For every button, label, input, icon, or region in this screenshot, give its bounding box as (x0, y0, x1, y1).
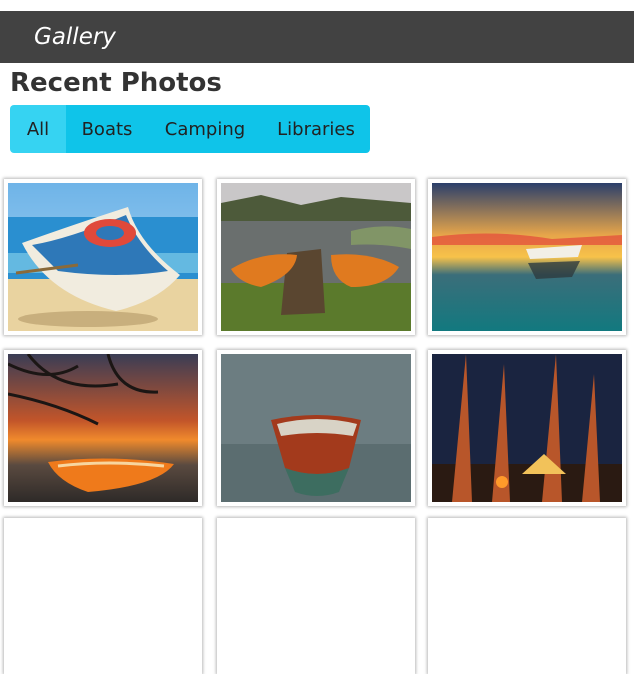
photo-thumbnail[interactable] (428, 350, 626, 506)
photo-pier-boats (221, 183, 411, 331)
photo-grid (0, 0, 634, 674)
photo-thumbnail[interactable] (4, 179, 202, 335)
photo-thumbnail[interactable] (4, 518, 202, 674)
photo-branches-boat (8, 354, 198, 502)
photo-thumbnail[interactable] (217, 179, 415, 335)
photo-thumbnail[interactable] (217, 350, 415, 506)
photo-beach-rowboat (8, 183, 198, 331)
photo-thumbnail[interactable] (428, 179, 626, 335)
photo-motorboat (221, 354, 411, 502)
photo-thumbnail[interactable] (4, 350, 202, 506)
photo-forest-tent (432, 354, 622, 502)
photo-thumbnail[interactable] (217, 518, 415, 674)
photo-sunset-boat (432, 183, 622, 331)
photo-thumbnail[interactable] (428, 518, 626, 674)
